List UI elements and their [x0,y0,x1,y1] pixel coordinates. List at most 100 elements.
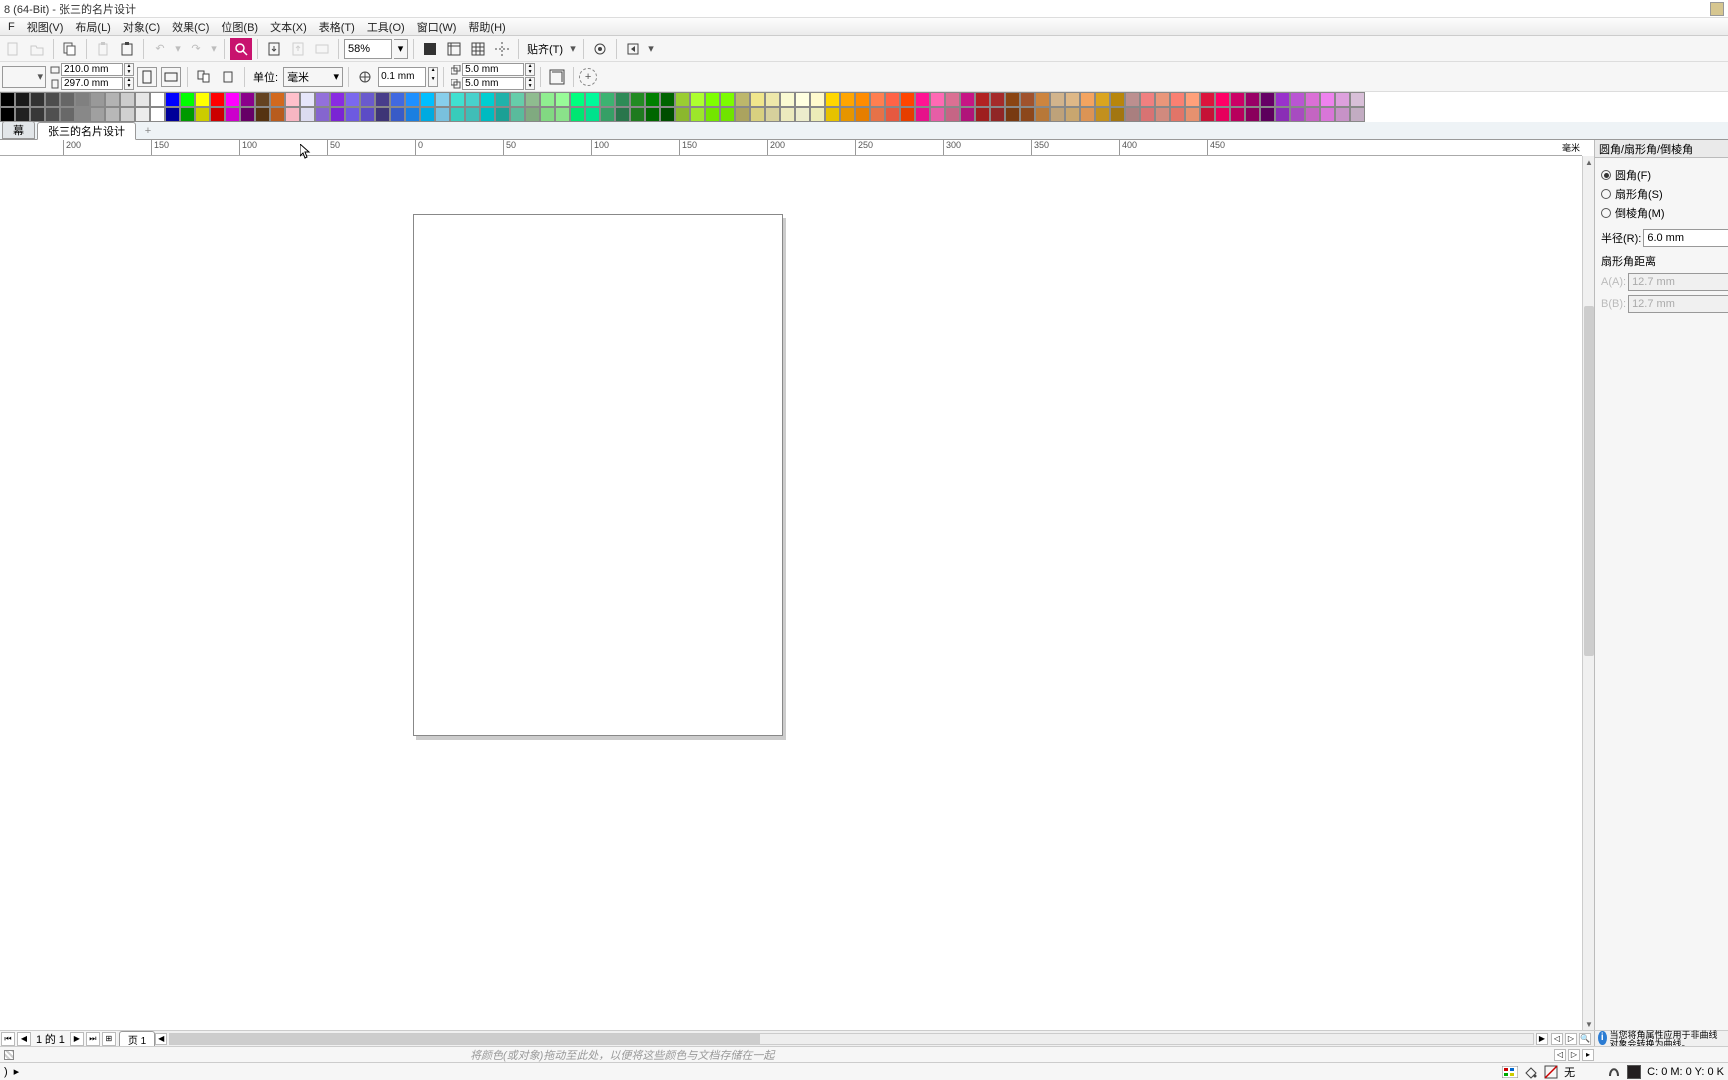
color-swatch[interactable] [855,107,870,122]
color-swatch[interactable] [705,92,720,107]
copy-button[interactable] [59,38,81,60]
color-swatch[interactable] [1290,92,1305,107]
color-swatch[interactable] [1020,107,1035,122]
color-swatch[interactable] [450,92,465,107]
dup-y-spin[interactable]: ▲▼ [525,77,535,90]
last-page-button[interactable]: ⏭ [86,1032,100,1046]
hscroll-left[interactable]: ◀ [155,1033,167,1045]
color-swatch[interactable] [345,107,360,122]
color-swatch[interactable] [525,92,540,107]
color-swatch[interactable] [150,107,165,122]
color-swatch[interactable] [1125,92,1140,107]
color-swatch[interactable] [870,107,885,122]
doc-tab-1[interactable]: 幕 [2,121,35,139]
nav-right[interactable]: ▷ [1565,1033,1577,1045]
menu-view[interactable]: 视图(V) [21,19,70,35]
color-swatch[interactable] [825,92,840,107]
color-swatch[interactable] [1140,92,1155,107]
color-swatch[interactable] [690,92,705,107]
add-page-button[interactable]: ⊞ [102,1032,116,1046]
color-swatch[interactable] [510,107,525,122]
color-swatch[interactable] [540,107,555,122]
menu-bitmap[interactable]: 位图(B) [215,19,264,35]
page-width-spin[interactable]: ▲▼ [124,63,134,76]
color-swatch[interactable] [330,92,345,107]
color-swatch[interactable] [1215,92,1230,107]
import-button[interactable] [263,38,285,60]
color-swatch[interactable] [840,92,855,107]
menu-table[interactable]: 表格(T) [313,19,361,35]
prev-page-button[interactable]: ◀ [17,1032,31,1046]
color-swatch[interactable] [1275,107,1290,122]
color-swatch[interactable] [360,107,375,122]
color-swatch[interactable] [645,92,660,107]
color-swatch[interactable] [1230,92,1245,107]
color-swatch[interactable] [1065,92,1080,107]
color-swatch[interactable] [375,107,390,122]
color-swatch[interactable] [1200,107,1215,122]
color-swatch[interactable] [120,92,135,107]
no-fill-icon[interactable] [1544,1065,1558,1079]
color-swatch[interactable] [720,107,735,122]
color-swatch[interactable] [885,107,900,122]
color-swatch[interactable] [1080,92,1095,107]
no-color-swatch[interactable] [4,1050,14,1060]
redo-dd[interactable]: ▾ [209,38,219,60]
paste-button[interactable] [92,38,114,60]
color-swatch[interactable] [1080,107,1095,122]
color-swatch[interactable] [720,92,735,107]
color-swatch[interactable] [45,107,60,122]
color-swatch[interactable] [315,92,330,107]
snap-dropdown[interactable]: ▾ [568,38,578,60]
options-button[interactable] [589,38,611,60]
color-swatch[interactable] [975,107,990,122]
color-swatch[interactable] [105,92,120,107]
color-swatch[interactable] [1290,107,1305,122]
nav-left[interactable]: ◁ [1551,1033,1563,1045]
color-swatch[interactable] [585,92,600,107]
color-swatch[interactable] [255,92,270,107]
redo-button[interactable]: ↷ [185,38,207,60]
color-swatch[interactable] [75,107,90,122]
show-guides-button[interactable] [491,38,513,60]
color-swatch[interactable] [165,92,180,107]
color-swatch[interactable] [420,107,435,122]
undo-dd[interactable]: ▾ [173,38,183,60]
color-swatch[interactable] [435,107,450,122]
color-swatch[interactable] [555,107,570,122]
color-swatch[interactable] [285,107,300,122]
color-swatch[interactable] [675,107,690,122]
color-swatch[interactable] [225,92,240,107]
color-swatch[interactable] [555,92,570,107]
color-swatch[interactable] [690,107,705,122]
dup-x-spin[interactable]: ▲▼ [525,63,535,76]
color-swatch[interactable] [90,107,105,122]
color-swatch[interactable] [630,92,645,107]
color-swatch[interactable] [945,107,960,122]
color-swatch[interactable] [915,107,930,122]
color-swatch[interactable] [1200,92,1215,107]
color-swatch[interactable] [360,92,375,107]
color-swatch[interactable] [1065,107,1080,122]
color-swatch[interactable] [615,92,630,107]
all-pages-button[interactable] [193,66,215,88]
color-swatch[interactable] [1335,92,1350,107]
color-swatch[interactable] [825,107,840,122]
color-swatch[interactable] [600,92,615,107]
window-icon[interactable] [1710,2,1724,16]
color-swatch[interactable] [165,107,180,122]
outline-swatch[interactable] [1627,1065,1641,1079]
color-swatch[interactable] [630,107,645,122]
menu-window[interactable]: 窗口(W) [411,19,463,35]
color-swatch[interactable] [240,107,255,122]
color-swatch[interactable] [405,92,420,107]
color-swatch[interactable] [705,107,720,122]
radio-scallop[interactable] [1601,189,1611,199]
color-swatch[interactable] [1335,107,1350,122]
color-swatch[interactable] [510,92,525,107]
menu-tools[interactable]: 工具(O) [361,19,411,35]
canvas[interactable] [0,156,1582,1030]
color-swatch[interactable] [60,92,75,107]
color-swatch[interactable] [1305,107,1320,122]
color-swatch[interactable] [30,107,45,122]
